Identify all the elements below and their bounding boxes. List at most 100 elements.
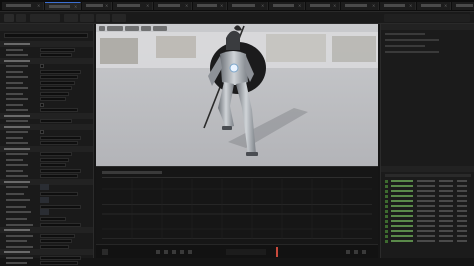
skeleton-button[interactable] (64, 14, 78, 22)
step-back-button[interactable] (164, 250, 168, 254)
asset-checkbox[interactable] (385, 195, 388, 198)
timeline-graph[interactable] (102, 179, 372, 239)
property-field[interactable] (40, 86, 72, 90)
asset-list-item[interactable] (385, 195, 471, 198)
property-field[interactable] (40, 75, 78, 79)
asset-list-item[interactable] (385, 225, 471, 228)
property-field[interactable] (40, 239, 72, 243)
close-tab-icon[interactable]: × (105, 4, 108, 8)
property-field[interactable] (40, 217, 66, 221)
close-tab-icon[interactable]: × (74, 5, 77, 9)
property-field[interactable] (40, 261, 78, 265)
step-forward-button[interactable] (180, 250, 184, 254)
close-tab-icon[interactable]: × (261, 4, 264, 8)
editor-tab[interactable]: × (2, 2, 44, 10)
property-field[interactable] (40, 47, 75, 52)
asset-thumbnail[interactable] (40, 196, 49, 203)
asset-list-item[interactable] (385, 235, 471, 238)
close-tab-icon[interactable]: × (372, 4, 375, 8)
tree-row[interactable] (385, 45, 425, 47)
tree-row[interactable] (385, 33, 425, 35)
close-tab-icon[interactable]: × (146, 4, 149, 8)
property-field[interactable] (40, 222, 81, 227)
editor-tab[interactable]: × (380, 2, 416, 10)
skip-forward-button[interactable] (188, 250, 192, 254)
asset-checkbox[interactable] (385, 190, 388, 193)
property-field[interactable] (40, 69, 81, 74)
asset-checkbox[interactable] (385, 230, 388, 233)
editor-tab[interactable]: × (228, 2, 268, 10)
property-field[interactable] (40, 80, 75, 85)
skip-back-button[interactable] (156, 250, 160, 254)
property-checkbox[interactable] (40, 64, 44, 68)
playback-options-button[interactable] (102, 249, 108, 255)
editor-tab[interactable]: × (193, 2, 227, 10)
property-field[interactable] (40, 97, 66, 101)
editor-tab[interactable]: × (452, 2, 474, 10)
asset-thumbnail[interactable] (40, 209, 49, 215)
playback-speed-button[interactable] (153, 26, 167, 31)
asset-list-item[interactable] (385, 190, 471, 193)
close-tab-icon[interactable]: × (409, 4, 412, 8)
record-button[interactable] (354, 250, 358, 254)
property-field[interactable] (40, 152, 72, 156)
mesh-button[interactable] (80, 14, 94, 22)
asset-thumbnail[interactable] (40, 184, 49, 190)
asset-checkbox[interactable] (385, 240, 388, 243)
asset-checkbox[interactable] (385, 235, 388, 238)
close-tab-icon[interactable]: × (220, 4, 223, 8)
asset-checkbox[interactable] (385, 225, 388, 228)
property-field[interactable] (40, 244, 69, 249)
close-tab-icon[interactable]: × (298, 4, 301, 8)
property-field[interactable] (40, 192, 78, 196)
save-button[interactable] (4, 14, 14, 22)
asset-checkbox[interactable] (385, 205, 388, 208)
playhead[interactable] (276, 247, 278, 257)
asset-list-item[interactable] (385, 220, 471, 223)
asset-checkbox[interactable] (385, 210, 388, 213)
asset-list-item[interactable] (385, 185, 471, 188)
editor-tab[interactable]: × (154, 2, 192, 10)
close-tab-icon[interactable]: × (37, 4, 40, 8)
asset-list-item[interactable] (385, 180, 471, 183)
property-field[interactable] (40, 174, 78, 178)
tree-row[interactable] (385, 39, 439, 41)
viewport-menu-button[interactable] (99, 26, 105, 31)
asset-list-item[interactable] (385, 200, 471, 203)
editor-tab[interactable]: × (269, 2, 305, 10)
view-mode-button[interactable] (107, 26, 123, 31)
browse-button[interactable] (16, 14, 26, 22)
property-checkbox[interactable] (40, 130, 44, 134)
property-field[interactable] (40, 53, 72, 57)
asset-selector[interactable] (30, 14, 60, 22)
asset-column-headers[interactable] (385, 174, 471, 177)
asset-list-item[interactable] (385, 205, 471, 208)
close-tab-icon[interactable]: × (333, 4, 336, 8)
asset-list-item[interactable] (385, 210, 471, 213)
property-checkbox[interactable] (40, 102, 44, 107)
close-tab-icon[interactable]: × (185, 4, 188, 8)
property-field[interactable] (40, 163, 66, 167)
asset-checkbox[interactable] (385, 200, 388, 203)
editor-tab[interactable]: × (113, 2, 153, 10)
settings-icon[interactable] (362, 250, 366, 254)
editor-tab[interactable]: × (341, 2, 379, 10)
details-search-input[interactable] (4, 33, 88, 38)
asset-checkbox[interactable] (385, 185, 388, 188)
editor-tab[interactable]: × (82, 2, 112, 10)
editor-tab[interactable]: × (306, 2, 340, 10)
animation-button[interactable] (96, 14, 110, 22)
property-field[interactable] (40, 91, 69, 96)
viewport[interactable] (96, 24, 378, 166)
property-field[interactable] (40, 119, 72, 123)
settings-button[interactable] (112, 14, 126, 22)
property-field[interactable] (40, 108, 78, 112)
lighting-mode-button[interactable] (125, 26, 139, 31)
asset-checkbox[interactable] (385, 220, 388, 223)
loop-button[interactable] (346, 250, 350, 254)
property-field[interactable] (40, 204, 81, 209)
asset-list-item[interactable] (385, 215, 471, 218)
asset-checkbox[interactable] (385, 180, 388, 183)
property-field[interactable] (40, 135, 81, 140)
show-button[interactable] (141, 26, 151, 31)
